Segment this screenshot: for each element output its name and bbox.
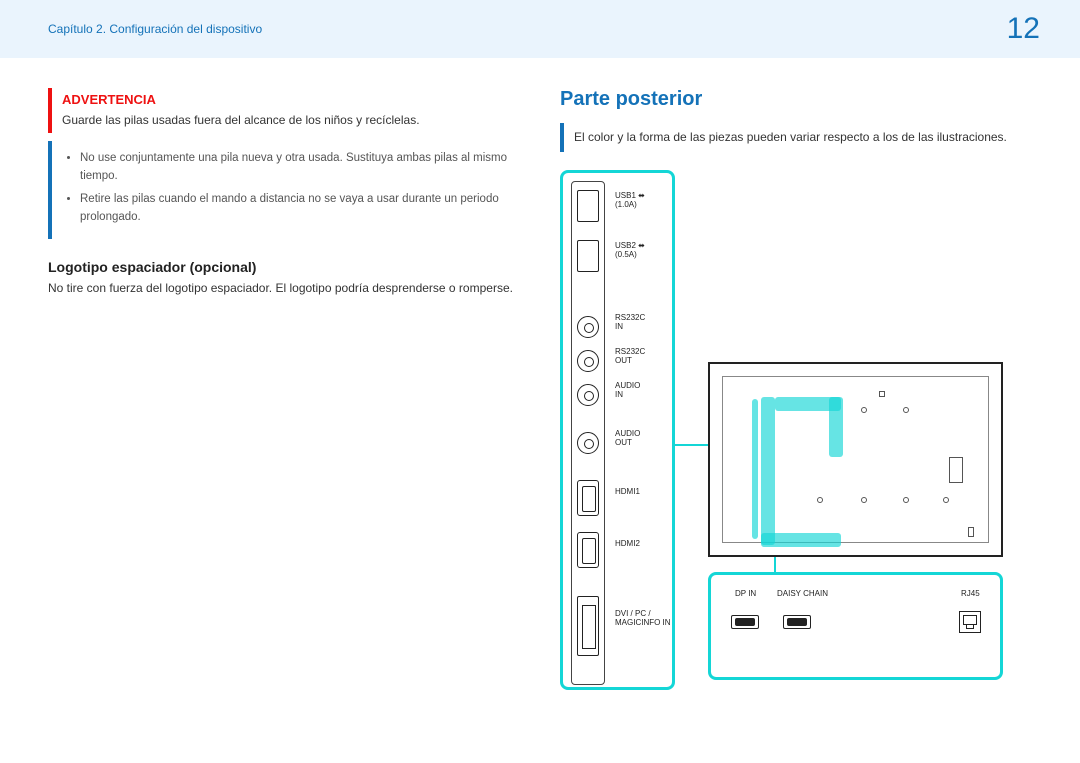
mount-hole-icon: [817, 497, 823, 503]
bottom-port-panel: DP IN DAISY CHAIN RJ45: [708, 572, 1003, 680]
note-box: No use conjuntamente una pila nueva y ot…: [48, 141, 520, 239]
slot-icon: [879, 391, 885, 397]
warning-text: Guarde las pilas usadas fuera del alcanc…: [62, 111, 510, 129]
daisy-chain-icon: [783, 615, 811, 629]
note-item: No use conjuntamente una pila nueva y ot…: [80, 149, 508, 186]
usb1-label: USB1 ⬌(1.0A): [615, 191, 645, 210]
slot-icon: [968, 527, 974, 537]
warning-box: ADVERTENCIA Guarde las pilas usadas fuer…: [48, 88, 520, 133]
port-highlight: [761, 533, 841, 547]
chapter-title: Capítulo 2. Configuración del dispositiv…: [48, 22, 262, 36]
content-area: ADVERTENCIA Guarde las pilas usadas fuer…: [0, 58, 1080, 740]
mount-hole-icon: [861, 407, 867, 413]
note-item: Retire las pilas cuando el mando a dista…: [80, 190, 508, 227]
port-highlight: [752, 399, 758, 539]
audio-in-label: AUDIOIN: [615, 381, 640, 400]
logo-body: No tire con fuerza del logotipo espaciad…: [48, 279, 520, 297]
slot-icon: [949, 457, 963, 483]
warning-title: ADVERTENCIA: [62, 92, 510, 107]
dvi-label: DVI / PC /MAGICINFO IN: [615, 609, 671, 628]
rj45-label: RJ45: [961, 589, 980, 598]
right-column: Parte posterior El color y la forma de l…: [560, 88, 1032, 710]
hdmi1-label: HDMI1: [615, 487, 640, 497]
rs232c-out-icon: [577, 350, 599, 372]
dp-in-icon: [731, 615, 759, 629]
audio-in-icon: [577, 384, 599, 406]
audio-out-icon: [577, 432, 599, 454]
mount-hole-icon: [861, 497, 867, 503]
usb2-port-icon: [577, 240, 599, 272]
callout-line: [774, 557, 776, 572]
rear-diagram: USB1 ⬌(1.0A) USB2 ⬌(0.5A) RS232CIN RS232…: [560, 170, 1032, 710]
rs232c-in-icon: [577, 316, 599, 338]
hdmi2-icon: [577, 532, 599, 568]
hdmi2-label: HDMI2: [615, 539, 640, 549]
port-panel: USB1 ⬌(1.0A) USB2 ⬌(0.5A) RS232CIN RS232…: [560, 170, 675, 690]
page-number: 12: [1007, 12, 1040, 46]
rs232c-out-label: RS232COUT: [615, 347, 645, 366]
mount-hole-icon: [903, 497, 909, 503]
daisy-chain-label: DAISY CHAIN: [777, 589, 828, 598]
info-strip: El color y la forma de las piezas pueden…: [560, 123, 1032, 152]
section-title: Parte posterior: [560, 88, 1032, 111]
usb2-label: USB2 ⬌(0.5A): [615, 241, 645, 260]
hdmi1-icon: [577, 480, 599, 516]
dvi-icon: [577, 596, 599, 656]
logo-subhead: Logotipo espaciador (opcional): [48, 259, 520, 275]
monitor-back-icon: [708, 362, 1003, 557]
monitor-inner: [722, 376, 989, 543]
left-column: ADVERTENCIA Guarde las pilas usadas fuer…: [48, 88, 520, 710]
rs232c-in-label: RS232CIN: [615, 313, 645, 332]
rj45-icon: [959, 611, 981, 633]
dp-in-label: DP IN: [735, 589, 756, 598]
port-highlight: [761, 397, 775, 545]
port-inner-strip: [571, 181, 605, 685]
usb1-port-icon: [577, 190, 599, 222]
mount-hole-icon: [903, 407, 909, 413]
audio-out-label: AUDIOOUT: [615, 429, 640, 448]
page-header: Capítulo 2. Configuración del dispositiv…: [0, 0, 1080, 58]
port-highlight: [829, 397, 843, 457]
mount-hole-icon: [943, 497, 949, 503]
